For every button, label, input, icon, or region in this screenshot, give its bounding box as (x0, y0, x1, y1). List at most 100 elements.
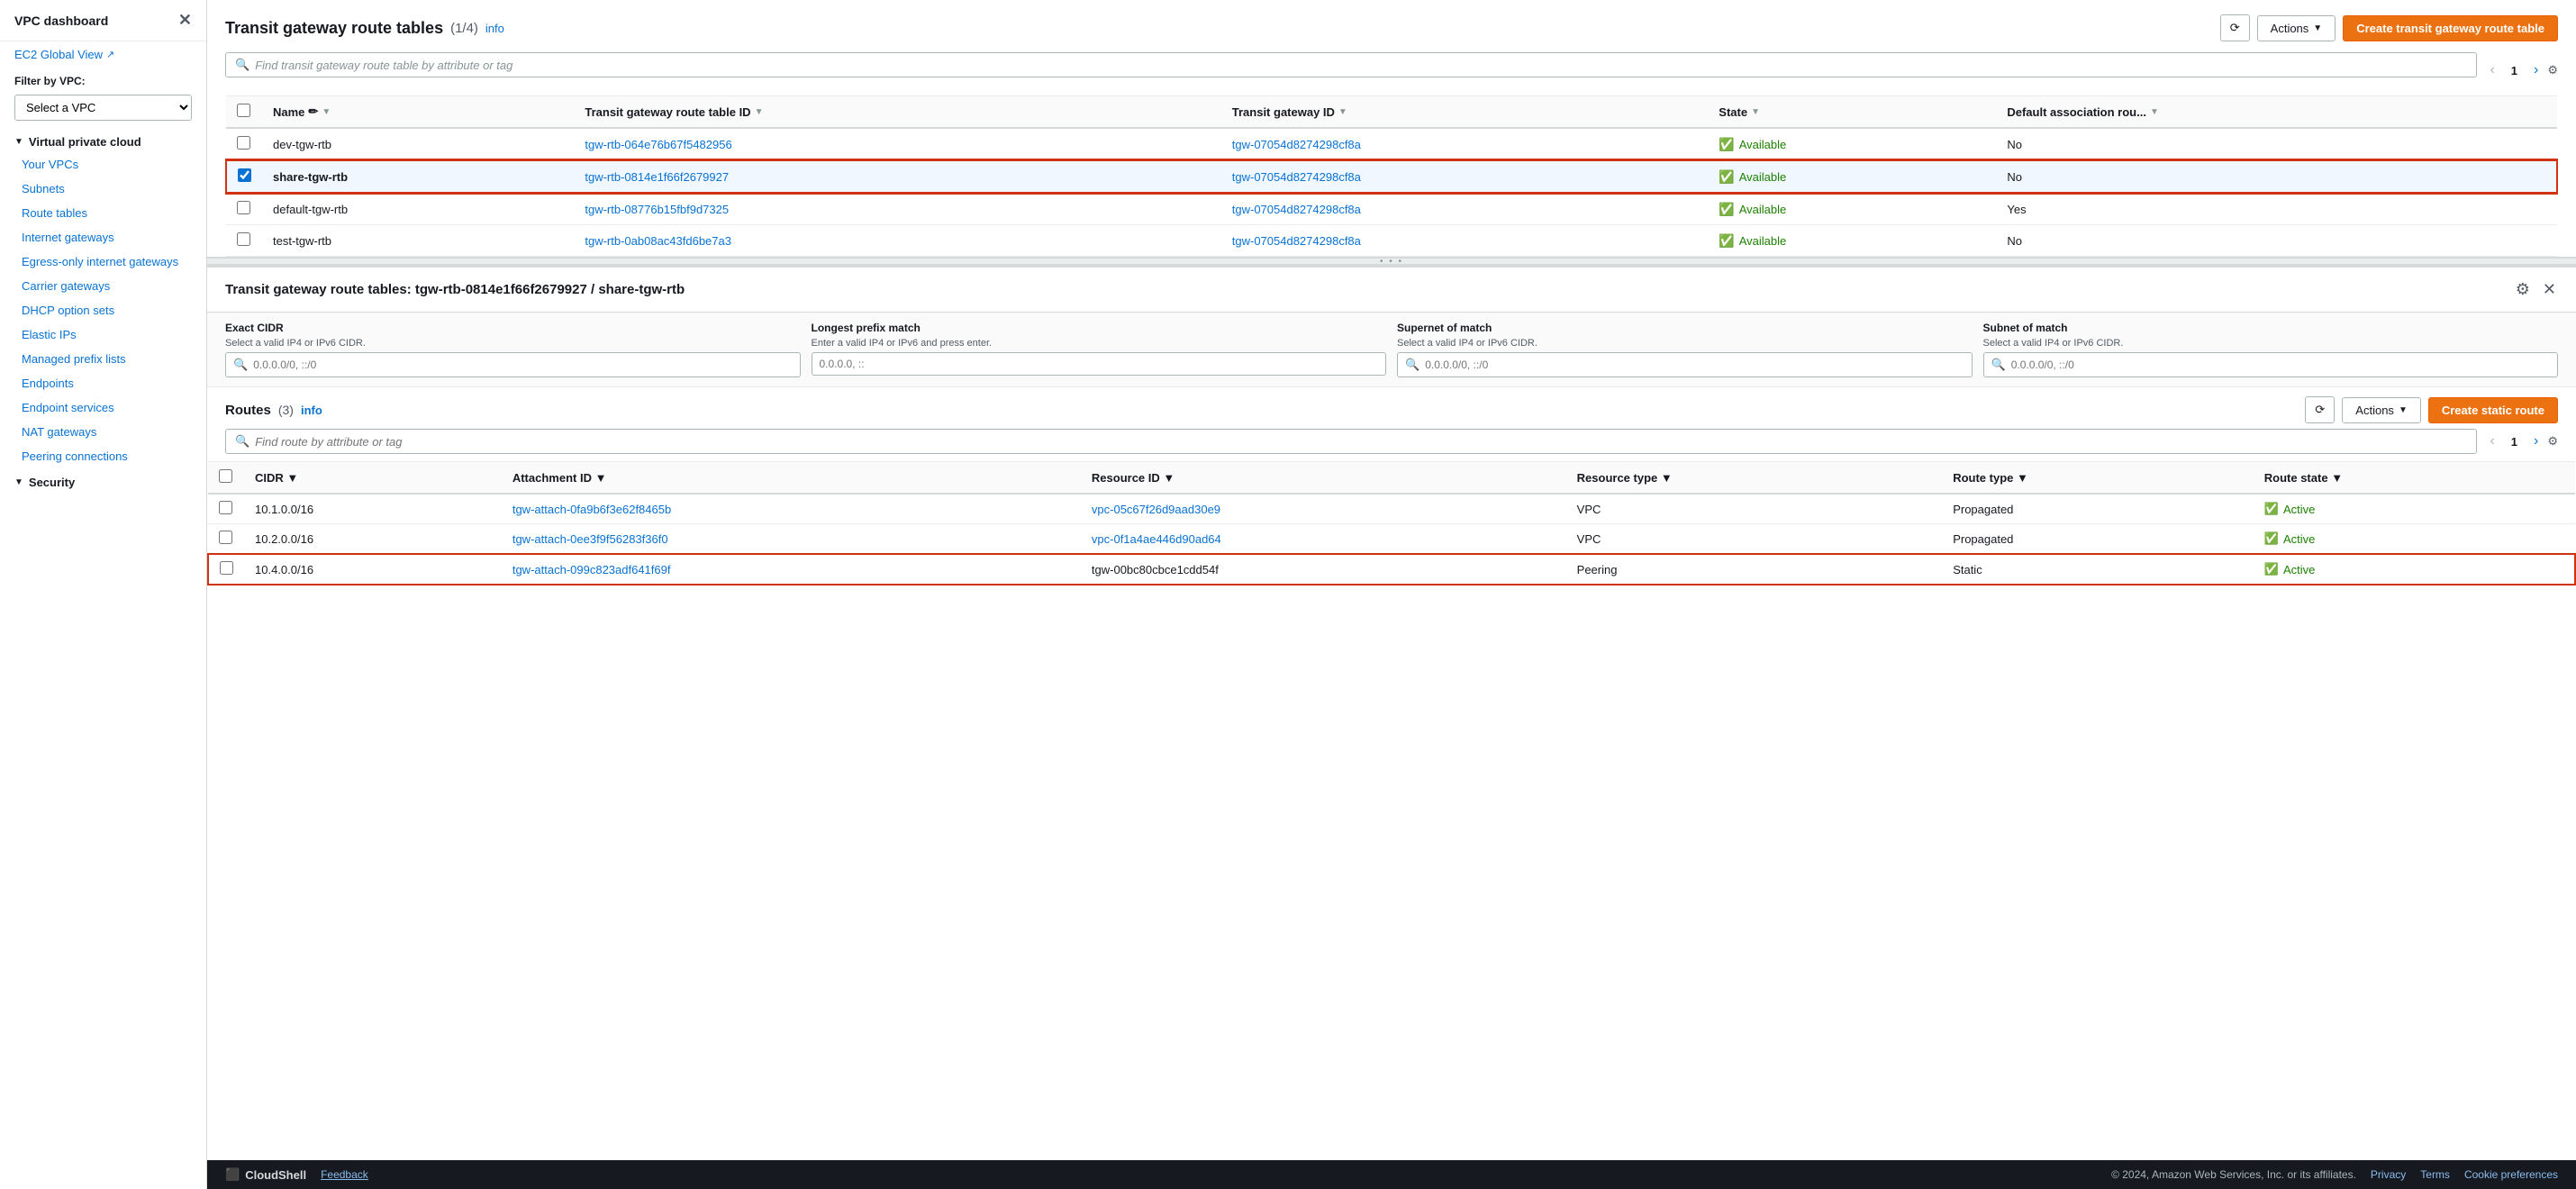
sort-icon-attachment[interactable]: ▼ (595, 471, 607, 485)
table-settings-icon[interactable]: ⚙ (2547, 63, 2558, 77)
row-name: share-tgw-rtb (262, 160, 574, 193)
sort-icon-resource-type[interactable]: ▼ (1661, 471, 1673, 485)
route-row-checkbox[interactable] (220, 561, 233, 575)
actions-button[interactable]: Actions ▼ (2257, 15, 2336, 41)
routes-pagination: ‹ 1 › ⚙ (2484, 431, 2558, 451)
tgw-id-link[interactable]: tgw-07054d8274298cf8a (1232, 138, 1361, 151)
routes-table-settings-icon[interactable]: ⚙ (2547, 434, 2558, 449)
route-state: ✅Active (2254, 494, 2575, 524)
table-row[interactable]: dev-tgw-rtbtgw-rtb-064e76b67f5482956tgw-… (226, 128, 2557, 160)
info-link-top[interactable]: info (485, 22, 504, 35)
table-row[interactable]: test-tgw-rtbtgw-rtb-0ab08ac43fd6be7a3tgw… (226, 225, 2557, 257)
active-check-icon: ✅ (2264, 562, 2279, 576)
tgw-id-link[interactable]: tgw-07054d8274298cf8a (1232, 234, 1361, 248)
attachment-id-link[interactable]: tgw-attach-0ee3f9f56283f36f0 (512, 532, 668, 546)
sort-icon-tgw[interactable]: ▼ (1338, 107, 1347, 117)
top-search-bar[interactable]: 🔍 (225, 52, 2477, 77)
create-tgw-route-table-button[interactable]: Create transit gateway route table (2343, 15, 2558, 41)
sidebar-item-egress-gateways[interactable]: Egress-only internet gateways (0, 250, 206, 274)
route-row[interactable]: 10.1.0.0/16 tgw-attach-0fa9b6f3e62f8465b v… (208, 494, 2575, 524)
route-row-checkbox[interactable] (219, 501, 232, 514)
sort-icon-rtb[interactable]: ▼ (755, 107, 764, 117)
route-row[interactable]: 10.4.0.0/16tgw-attach-099c823adf641f69ft… (208, 554, 2575, 585)
sort-icon-name[interactable]: ▼ (322, 107, 331, 117)
top-search-input[interactable] (255, 59, 2467, 72)
sidebar-item-carrier-gateways[interactable]: Carrier gateways (0, 274, 206, 298)
sort-icon-route-state[interactable]: ▼ (2331, 471, 2343, 485)
status-badge: ✅Available (1719, 137, 1985, 152)
cloudshell-icon: ⬛ (225, 1167, 240, 1182)
sidebar-item-elastic-ips[interactable]: Elastic IPs (0, 322, 206, 347)
sidebar-item-managed-prefix-lists[interactable]: Managed prefix lists (0, 347, 206, 371)
routes-search-input[interactable] (255, 435, 2467, 449)
sidebar-item-your-vpcs[interactable]: Your VPCs (0, 152, 206, 177)
sidebar-item-nat-gateways[interactable]: NAT gateways (0, 420, 206, 444)
sort-icon-resource[interactable]: ▼ (1163, 471, 1175, 485)
feedback-link[interactable]: Feedback (321, 1168, 368, 1181)
tgw-id-link[interactable]: tgw-07054d8274298cf8a (1232, 170, 1361, 184)
vpc-section-header[interactable]: ▼ Virtual private cloud (0, 128, 206, 152)
routes-info-link[interactable]: info (301, 404, 322, 417)
route-type: Propagated (1942, 524, 2254, 555)
sidebar-item-subnets[interactable]: Subnets (0, 177, 206, 201)
route-cidr: 10.1.0.0/16 (244, 494, 502, 524)
sidebar-item-endpoint-services[interactable]: Endpoint services (0, 395, 206, 420)
tgw-id-link[interactable]: tgw-07054d8274298cf8a (1232, 203, 1361, 216)
prev-page-button[interactable]: ‹ (2484, 60, 2499, 80)
detail-close-icon[interactable]: ✕ (2541, 278, 2558, 301)
privacy-link[interactable]: Privacy (2371, 1168, 2406, 1181)
route-row-checkbox-cell (208, 494, 244, 524)
panel-divider[interactable]: • • • (207, 258, 2576, 265)
create-static-route-button[interactable]: Create static route (2428, 397, 2558, 423)
routes-select-all-checkbox[interactable] (219, 469, 232, 483)
filter-longest-prefix-input[interactable] (820, 358, 1379, 370)
sidebar-item-dhcp-option-sets[interactable]: DHCP option sets (0, 298, 206, 322)
rtb-id-link[interactable]: tgw-rtb-08776b15fbf9d7325 (585, 203, 729, 216)
refresh-button[interactable]: ⟳ (2220, 14, 2250, 41)
attachment-id-link[interactable]: tgw-attach-099c823adf641f69f (512, 563, 671, 576)
routes-refresh-button[interactable]: ⟳ (2305, 396, 2335, 423)
detail-settings-icon[interactable]: ⚙ (2514, 278, 2532, 301)
terms-link[interactable]: Terms (2420, 1168, 2450, 1181)
next-page-button[interactable]: › (2528, 60, 2544, 80)
security-section-header[interactable]: ▼ Security (0, 468, 206, 493)
filter-subnet-input[interactable] (2011, 359, 2550, 371)
routes-col-route-type: Route type ▼ (1942, 462, 2254, 495)
sidebar-close-button[interactable]: ✕ (178, 11, 192, 30)
select-all-checkbox[interactable] (237, 104, 250, 117)
sidebar-item-peering-connections[interactable]: Peering connections (0, 444, 206, 468)
check-circle-icon: ✅ (1719, 169, 1734, 185)
routes-next-page-button[interactable]: › (2528, 431, 2544, 451)
rtb-id-link[interactable]: tgw-rtb-064e76b67f5482956 (585, 138, 731, 151)
table-row[interactable]: default-tgw-rtbtgw-rtb-08776b15fbf9d7325… (226, 193, 2557, 225)
routes-search-bar[interactable]: 🔍 (225, 429, 2477, 454)
search-icon-exact: 🔍 (233, 358, 248, 372)
resource-id-link[interactable]: vpc-0f1a4ae446d90ad64 (1092, 532, 1221, 546)
row-state: ✅Available (1708, 160, 1996, 193)
sidebar-item-endpoints[interactable]: Endpoints (0, 371, 206, 395)
row-checkbox[interactable] (237, 201, 250, 214)
ec2-global-view-link[interactable]: EC2 Global View ↗ (0, 41, 206, 68)
attachment-id-link[interactable]: tgw-attach-0fa9b6f3e62f8465b (512, 503, 671, 516)
row-checkbox[interactable] (238, 168, 251, 182)
routes-prev-page-button[interactable]: ‹ (2484, 431, 2499, 451)
vpc-filter-select[interactable]: Select a VPC (14, 95, 192, 121)
sort-icon-default[interactable]: ▼ (2150, 107, 2159, 117)
route-row[interactable]: 10.2.0.0/16tgw-attach-0ee3f9f56283f36f0v… (208, 524, 2575, 555)
rtb-id-link[interactable]: tgw-rtb-0ab08ac43fd6be7a3 (585, 234, 731, 248)
row-checkbox[interactable] (237, 232, 250, 246)
route-row-checkbox[interactable] (219, 531, 232, 544)
cookie-preferences-link[interactable]: Cookie preferences (2464, 1168, 2558, 1181)
sidebar-item-route-tables[interactable]: Route tables (0, 201, 206, 225)
sort-icon-state[interactable]: ▼ (1751, 107, 1760, 117)
filter-supernet-input[interactable] (1425, 359, 1964, 371)
table-row[interactable]: share-tgw-rtb tgw-rtb-0814e1f66f2679927 tg… (226, 160, 2557, 193)
sidebar-item-internet-gateways[interactable]: Internet gateways (0, 225, 206, 250)
rtb-id-link[interactable]: tgw-rtb-0814e1f66f2679927 (585, 170, 729, 184)
filter-exact-cidr-input[interactable] (253, 359, 792, 371)
row-checkbox[interactable] (237, 136, 250, 150)
resource-id-link[interactable]: vpc-05c67f26d9aad30e9 (1092, 503, 1220, 516)
sort-icon-route-type[interactable]: ▼ (2017, 471, 2028, 485)
sort-icon-cidr[interactable]: ▼ (286, 471, 298, 485)
routes-actions-button[interactable]: Actions ▼ (2342, 397, 2421, 423)
